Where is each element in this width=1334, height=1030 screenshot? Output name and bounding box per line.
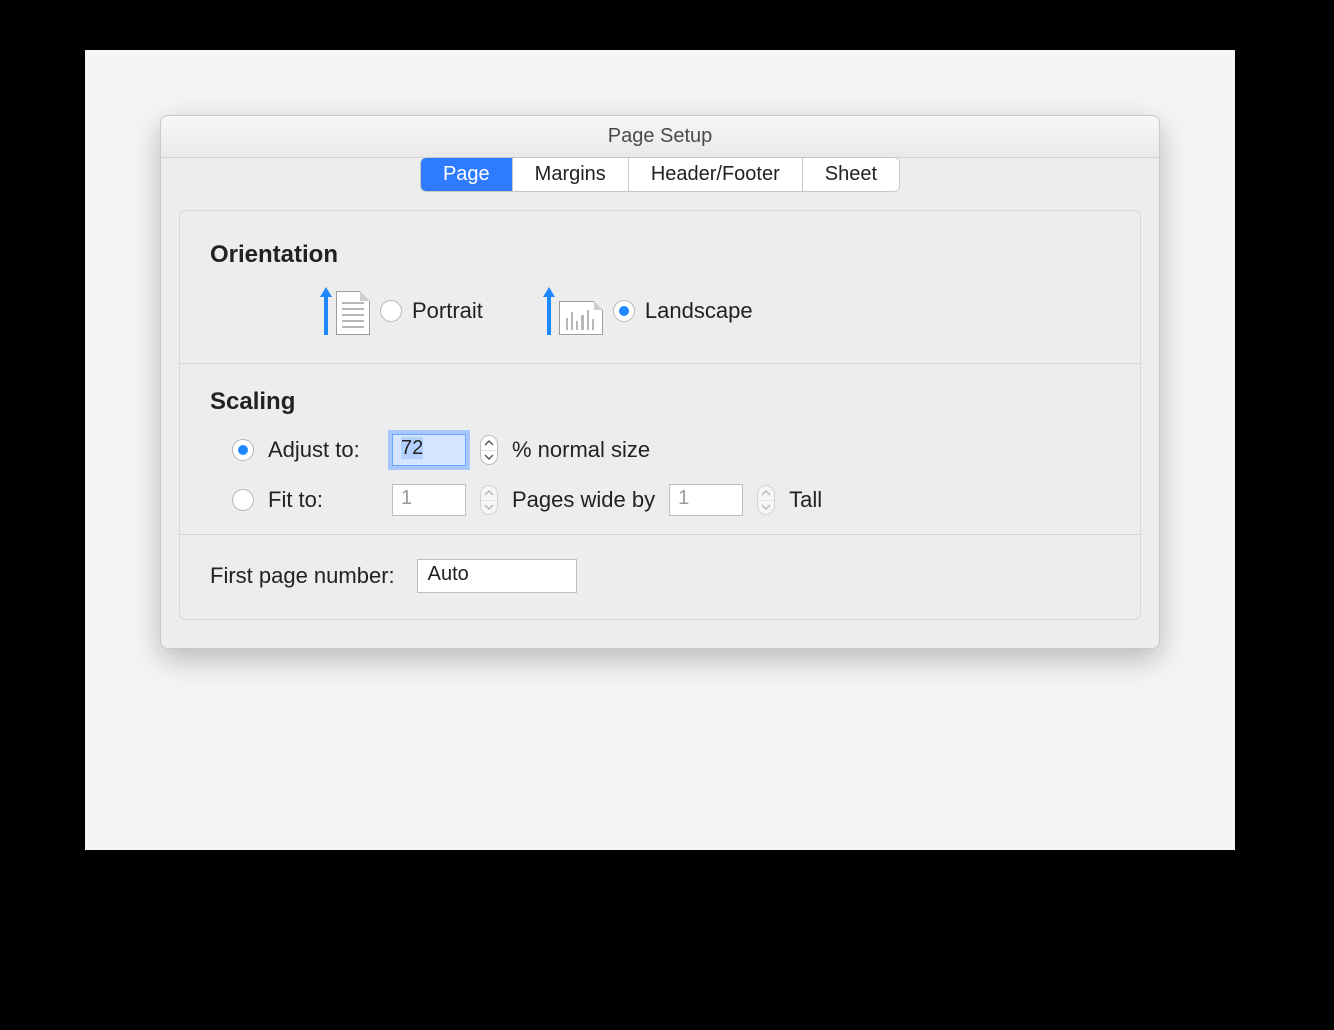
tab-sheet[interactable]: Sheet (803, 158, 899, 191)
first-page-number-input[interactable]: Auto (417, 559, 577, 593)
page-setup-window: Page Setup Page Margins Header/Footer Sh… (160, 115, 1160, 649)
window-title: Page Setup (608, 125, 713, 148)
chevron-down-icon[interactable] (758, 500, 774, 515)
adjust-to-suffix: % normal size (512, 437, 650, 463)
fit-to-label: Fit to: (268, 487, 378, 513)
portrait-icon (320, 287, 370, 335)
adjust-to-radio[interactable] (232, 439, 254, 461)
scaling-adjust-row: Adjust to: 72 % normal size (210, 434, 1110, 466)
adjust-to-input[interactable]: 72 (392, 434, 466, 466)
landscape-label: Landscape (645, 298, 753, 324)
fit-to-radio[interactable] (232, 489, 254, 511)
tab-header-footer[interactable]: Header/Footer (629, 158, 803, 191)
chevron-up-icon[interactable] (481, 436, 497, 450)
tab-margins[interactable]: Margins (513, 158, 629, 191)
orientation-group: Portrait Landscape (210, 287, 1110, 363)
chevron-down-icon[interactable] (481, 450, 497, 465)
tab-page[interactable]: Page (421, 158, 513, 191)
adjust-to-label: Adjust to: (268, 437, 378, 463)
scaling-fit-row: Fit to: 1 Pages wide by 1 (210, 484, 1110, 516)
portrait-radio[interactable] (380, 300, 402, 322)
scaling-heading: Scaling (210, 388, 1110, 416)
adjust-to-stepper[interactable] (480, 435, 498, 465)
chevron-up-icon[interactable] (758, 486, 774, 500)
fit-tall-label: Tall (789, 487, 822, 513)
fit-pages-wide-stepper[interactable] (480, 485, 498, 515)
fit-pages-wide-input[interactable]: 1 (392, 484, 466, 516)
window-titlebar: Page Setup (161, 116, 1159, 158)
divider (180, 363, 1140, 364)
orientation-portrait-option[interactable]: Portrait (320, 287, 483, 335)
landscape-icon (543, 287, 603, 335)
chevron-up-icon[interactable] (481, 486, 497, 500)
fit-pages-tall-input[interactable]: 1 (669, 484, 743, 516)
backdrop: Page Setup Page Margins Header/Footer Sh… (85, 50, 1235, 850)
fit-mid-label: Pages wide by (512, 487, 655, 513)
orientation-heading: Orientation (210, 241, 1110, 269)
chevron-down-icon[interactable] (481, 500, 497, 515)
orientation-landscape-option[interactable]: Landscape (543, 287, 753, 335)
divider (180, 534, 1140, 535)
first-page-number-label: First page number: (210, 563, 395, 589)
first-page-row: First page number: Auto (210, 559, 1110, 593)
fit-pages-tall-stepper[interactable] (757, 485, 775, 515)
portrait-label: Portrait (412, 298, 483, 324)
tab-bar: Page Margins Header/Footer Sheet (179, 157, 1141, 192)
landscape-radio[interactable] (613, 300, 635, 322)
